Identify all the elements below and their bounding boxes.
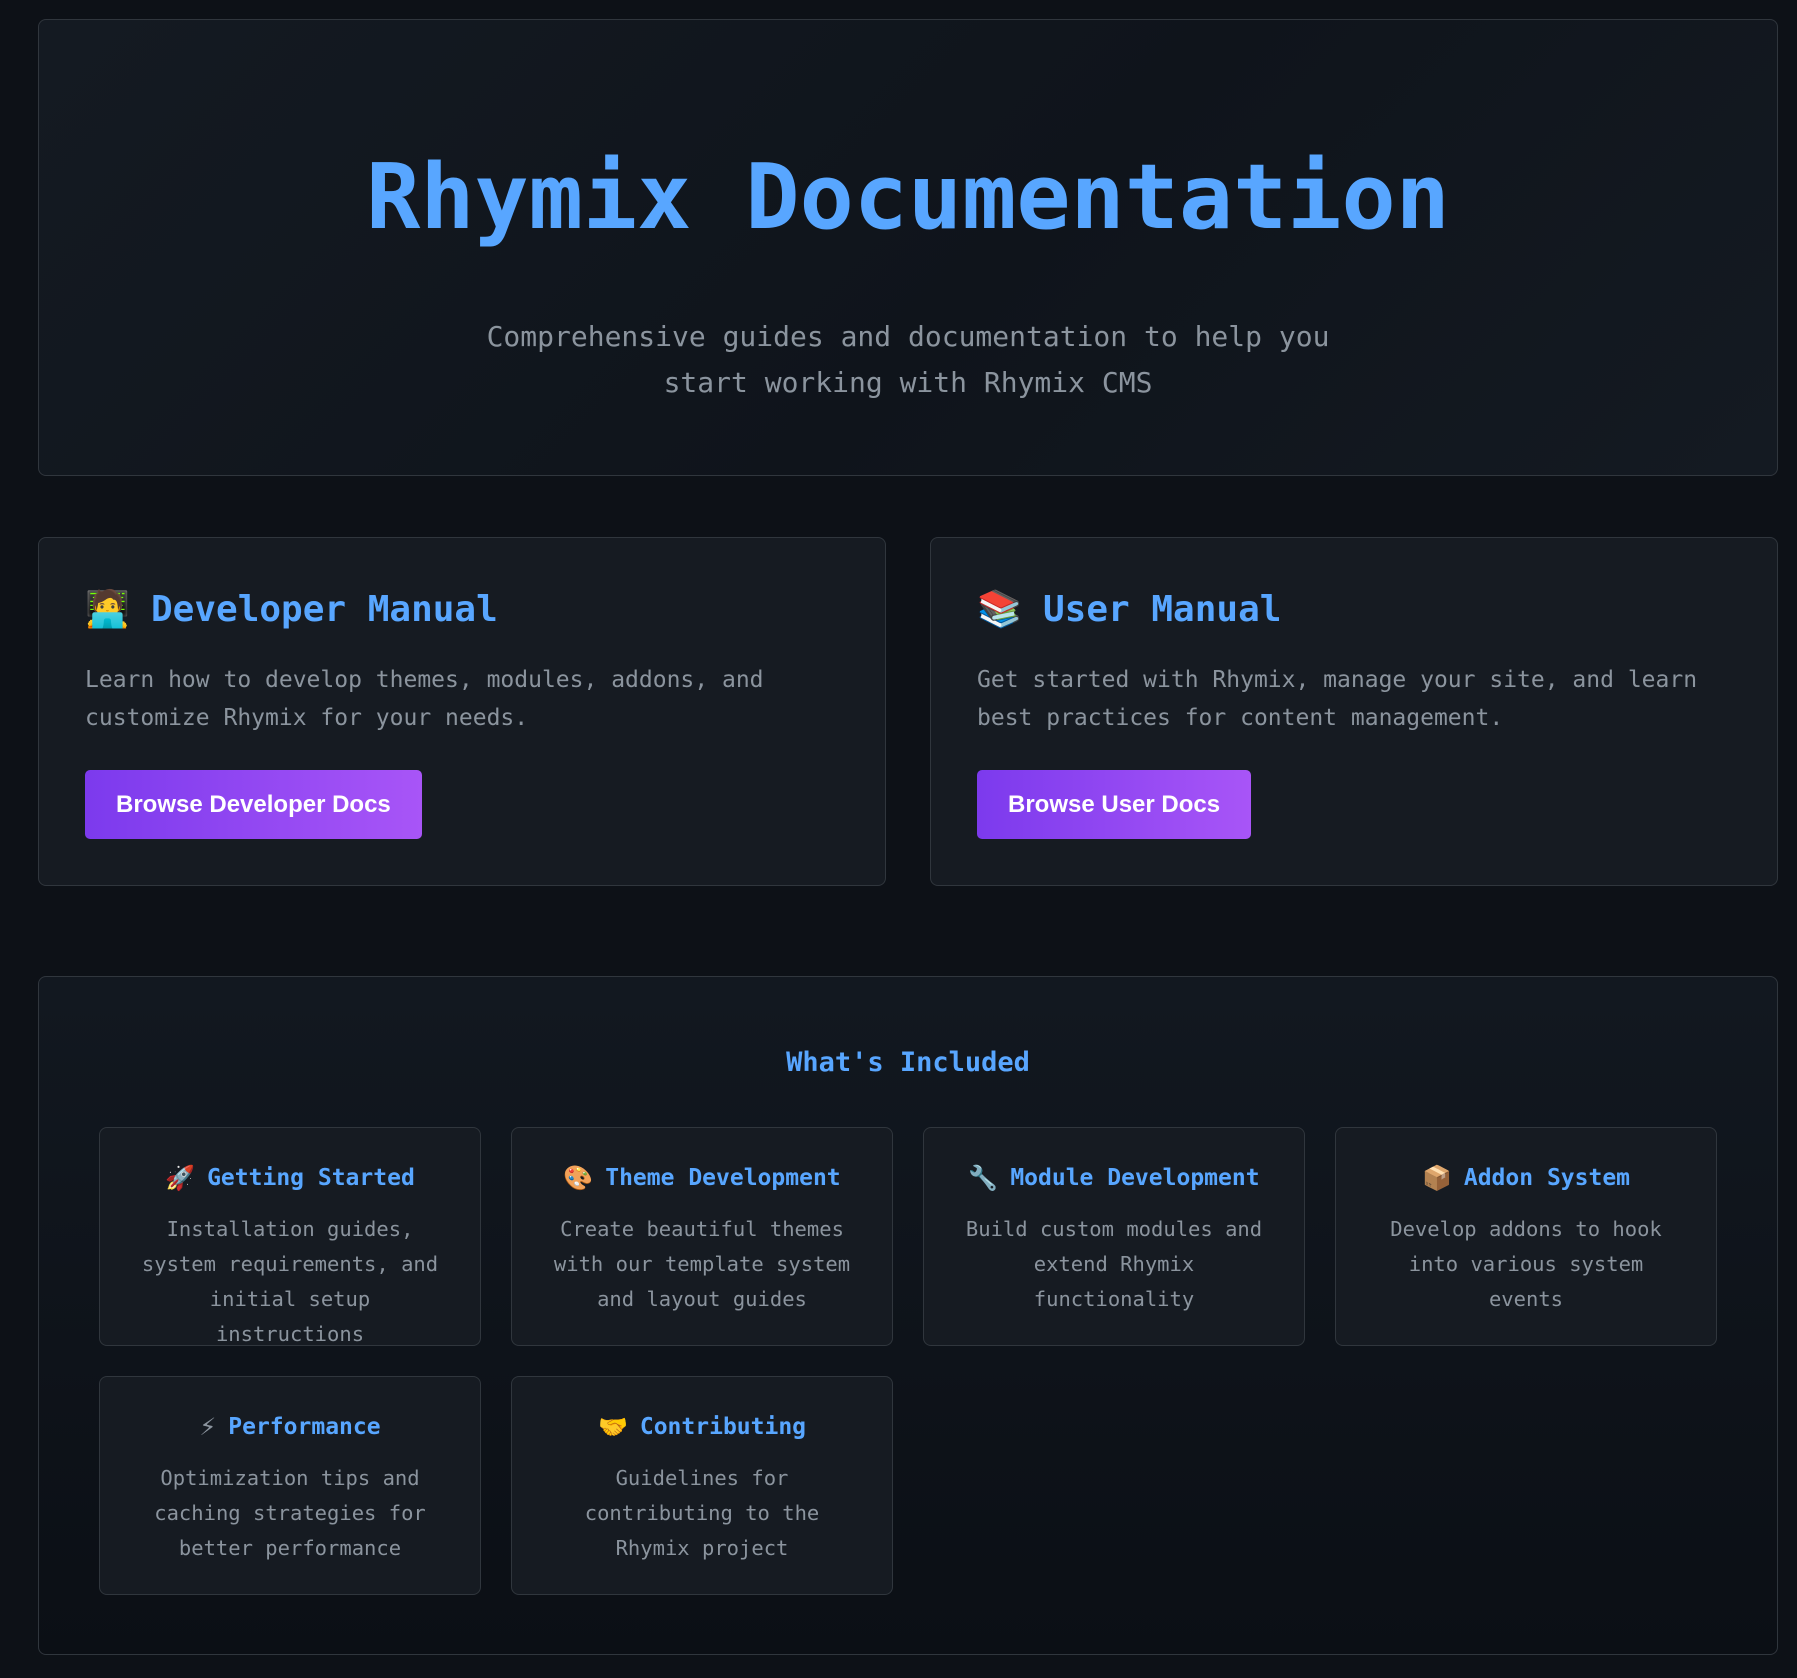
feature-description: Guidelines for contributing to the Rhymi… (584, 1466, 820, 1560)
feature-card-theme-development: 🎨 Theme Development Create beautiful the… (511, 1127, 893, 1346)
technologist-icon: 🧑‍💻 (85, 589, 130, 630)
page-title: Rhymix Documentation (366, 145, 1450, 250)
feature-description: Optimization tips and caching strategies… (154, 1466, 426, 1560)
user-manual-title: User Manual (1043, 588, 1282, 630)
developer-manual-header: 🧑‍💻 Developer Manual (85, 588, 498, 631)
feature-title: Performance (228, 1414, 381, 1440)
developer-manual-title: Developer Manual (151, 588, 498, 630)
rocket-icon: 🚀 (165, 1164, 196, 1192)
user-manual-description: Get started with Rhymix, manage your sit… (977, 667, 1698, 731)
feature-title: Module Development (1010, 1165, 1260, 1191)
feature-title: Addon System (1463, 1165, 1631, 1191)
feature-description: Develop addons to hook into various syst… (1390, 1217, 1662, 1311)
books-icon: 📚 (977, 589, 1022, 630)
feature-title: Contributing (639, 1414, 807, 1440)
page: Rhymix Documentation Comprehensive guide… (0, 0, 1797, 1678)
browse-developer-docs-button[interactable]: Browse Developer Docs (85, 770, 422, 839)
feature-title: Theme Development (605, 1165, 841, 1191)
feature-title: Getting Started (207, 1165, 415, 1191)
page-subtitle: Comprehensive guides and documentation t… (486, 320, 1330, 399)
feature-card-contributing: 🤝 Contributing Guidelines for contributi… (511, 1376, 893, 1595)
feature-card-module-development: 🔧 Module Development Build custom module… (923, 1127, 1305, 1346)
feature-card-performance: ⚡ Performance Optimization tips and cach… (99, 1376, 481, 1595)
developer-manual-description: Learn how to develop themes, modules, ad… (85, 667, 764, 731)
feature-description: Build custom modules and extend Rhymix f… (965, 1217, 1263, 1311)
user-manual-card: 📚 User Manual Get started with Rhymix, m… (930, 537, 1778, 886)
feature-description: Create beautiful themes with our templat… (553, 1217, 851, 1311)
package-icon: 📦 (1421, 1164, 1452, 1192)
user-manual-header: 📚 User Manual (977, 588, 1282, 631)
lightning-icon: ⚡ (199, 1413, 217, 1441)
whats-included-title: What's Included (786, 1047, 1030, 1078)
feature-card-getting-started: 🚀 Getting Started Installation guides, s… (99, 1127, 481, 1346)
browse-user-docs-button[interactable]: Browse User Docs (977, 770, 1252, 839)
hero-section: Rhymix Documentation Comprehensive guide… (38, 19, 1778, 476)
wrench-icon: 🔧 (968, 1164, 999, 1192)
feature-description: Installation guides, system requirements… (141, 1217, 439, 1346)
palette-icon: 🎨 (563, 1164, 594, 1192)
developer-manual-card: 🧑‍💻 Developer Manual Learn how to develo… (38, 537, 886, 886)
feature-card-addon-system: 📦 Addon System Develop addons to hook in… (1335, 1127, 1717, 1346)
handshake-icon: 🤝 (597, 1413, 628, 1441)
whats-included-section: What's Included 🚀 Getting Started Instal… (38, 976, 1778, 1655)
